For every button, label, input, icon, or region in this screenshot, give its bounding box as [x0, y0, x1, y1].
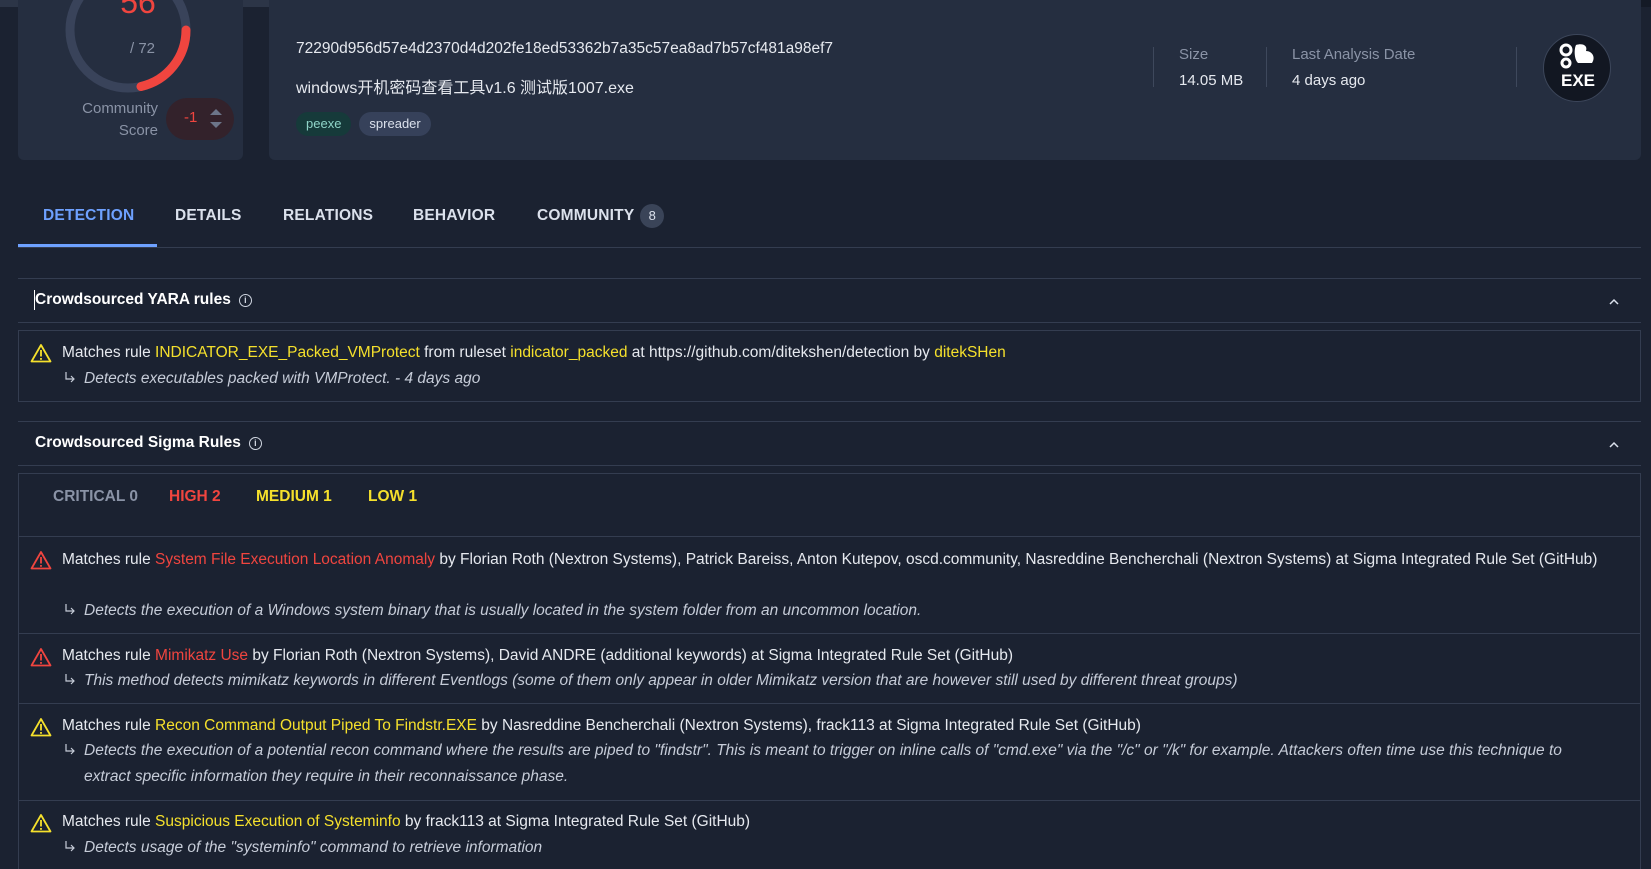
sigma-results: CRITICAL 0 HIGH 2 MEDIUM 1 LOW 1 Matches… [18, 473, 1641, 869]
sigma-rule-text: Matches rule Mimikatz Use by Florian Rot… [62, 643, 1600, 668]
sigma-rule-name-link[interactable]: Recon Command Output Piped To Findstr.EX… [155, 717, 477, 734]
sigma-description-text: Detects the execution of a potential rec… [84, 742, 1562, 785]
filter-critical[interactable]: CRITICAL 0 [53, 488, 138, 506]
sigma-rule-text: Matches rule Recon Command Output Piped … [62, 713, 1600, 738]
file-type-badge: EXE [1543, 34, 1611, 102]
last-analysis-value: 4 days ago [1292, 72, 1366, 89]
yara-rule-row: Matches rule INDICATOR_EXE_Packed_VMProt… [19, 331, 1640, 401]
chevron-up-icon[interactable] [1609, 298, 1619, 305]
sigma-rule-name-link[interactable]: Suspicious Execution of Systeminfo [155, 813, 401, 830]
danger-triangle-icon [30, 551, 52, 570]
community-score-vote[interactable]: -1 [166, 98, 234, 140]
tag-spreader[interactable]: spreader [359, 112, 431, 136]
sigma-rule-description: Detects the execution of a potential rec… [62, 738, 1590, 790]
sigma-section-header[interactable]: Crowdsourced Sigma Rules i [18, 421, 1641, 466]
return-arrow-icon [65, 604, 75, 615]
return-arrow-icon [65, 372, 75, 383]
community-score-label: Community Score [82, 100, 158, 139]
file-name: windows开机密码查看工具v1.6 测试版1007.exe [296, 80, 634, 97]
community-count-badge: 8 [640, 204, 665, 228]
yara-description-text: Detects executables packed with VMProtec… [84, 370, 481, 387]
meta-divider [1516, 47, 1517, 87]
return-arrow-icon [65, 841, 75, 852]
file-type-label: EXE [1560, 71, 1596, 90]
sigma-description-text: Detects usage of the "systeminfo" comman… [84, 839, 543, 856]
size-label: Size [1179, 46, 1209, 63]
severity-filter-row: CRITICAL 0 HIGH 2 MEDIUM 1 LOW 1 [19, 474, 1640, 537]
detection-count: 56 [120, 0, 156, 20]
last-analysis-label: Last Analysis Date [1292, 46, 1416, 63]
engine-total: / 72 [130, 40, 156, 57]
sigma-rule-row: Matches rule Suspicious Execution of Sys… [19, 801, 1640, 869]
rule-text: by Florian Roth (Nextron Systems), Patri… [435, 551, 1598, 568]
info-icon[interactable]: i [248, 437, 262, 450]
yara-rule-name-link[interactable]: INDICATOR_EXE_Packed_VMProtect [155, 344, 420, 361]
sigma-rule-text: Matches rule System File Execution Locat… [62, 547, 1600, 572]
filter-low[interactable]: LOW 1 [368, 488, 417, 506]
yara-section-header[interactable]: Crowdsourced YARA rules i [18, 278, 1641, 323]
tab-community[interactable]: COMMUNITY 8 [537, 192, 665, 248]
yara-ruleset-link[interactable]: indicator_packed [510, 344, 627, 361]
yara-title-text: Crowdsourced YARA rules [35, 291, 231, 308]
sigma-rule-name-link[interactable]: Mimikatz Use [155, 647, 248, 664]
sigma-rule-description: This method detects mimikatz keywords in… [62, 668, 1590, 694]
tab-behavior[interactable]: BEHAVIOR [413, 192, 495, 248]
size-value: 14.05 MB [1179, 72, 1244, 89]
rule-prefix: Matches rule [62, 647, 156, 664]
sigma-title-text: Crowdsourced Sigma Rules [35, 434, 241, 451]
rule-prefix: Matches rule [62, 717, 156, 734]
tab-community-label: COMMUNITY [537, 207, 635, 224]
tag-peexe[interactable]: peexe [296, 112, 352, 136]
rule-prefix: Matches rule [62, 813, 156, 830]
gears-icon [1559, 43, 1594, 69]
warning-triangle-icon [30, 718, 52, 737]
warning-triangle-icon [30, 344, 52, 363]
info-icon[interactable]: i [238, 294, 252, 307]
meta-divider [1153, 47, 1154, 87]
sigma-rule-description: Detects usage of the "systeminfo" comman… [62, 835, 1590, 861]
rule-text: from ruleset [419, 344, 511, 361]
file-tags: peexe spreader [296, 112, 431, 136]
community-score-value: -1 [184, 109, 198, 126]
rule-text: at https://github.com/ditekshen/detectio… [627, 344, 935, 361]
vote-down-icon[interactable] [210, 122, 222, 128]
rule-prefix: Matches rule [62, 551, 156, 568]
rule-text: by Florian Roth (Nextron Systems), David… [248, 647, 1014, 664]
meta-divider [1266, 47, 1267, 87]
sigma-description-text: This method detects mimikatz keywords in… [84, 672, 1238, 689]
vote-up-icon[interactable] [210, 109, 222, 115]
sigma-rule-row: Matches rule System File Execution Locat… [19, 537, 1640, 634]
rule-text: by frack113 at Sigma Integrated Rule Set… [400, 813, 751, 830]
yara-results: Matches rule INDICATOR_EXE_Packed_VMProt… [18, 330, 1641, 402]
tab-details[interactable]: DETAILS [175, 192, 242, 248]
sigma-rule-text: Matches rule Suspicious Execution of Sys… [62, 809, 1600, 834]
tab-relations[interactable]: RELATIONS [283, 192, 373, 248]
warning-triangle-icon [30, 814, 52, 833]
chevron-up-icon[interactable] [1609, 441, 1619, 448]
return-arrow-icon [65, 744, 75, 755]
detection-score-card: 56 / 72 Community Score -1 [18, 0, 243, 160]
analysis-tabs: DETECTION DETAILS RELATIONS BEHAVIOR COM… [18, 192, 1641, 248]
return-arrow-icon [65, 674, 75, 685]
rule-prefix: Matches rule [62, 344, 156, 361]
filter-medium[interactable]: MEDIUM 1 [256, 488, 332, 506]
rule-text: by Nasreddine Bencherchali (Nextron Syst… [476, 717, 1141, 734]
yara-author-link[interactable]: ditekSHen [934, 344, 1006, 361]
tab-detection[interactable]: DETECTION [43, 192, 134, 248]
yara-section-title: Crowdsourced YARA rules i [35, 291, 252, 309]
file-info-card: 72290d956d57e4d2370d4d202fe18ed53362b7a3… [269, 0, 1641, 160]
sigma-section-title: Crowdsourced Sigma Rules i [35, 434, 262, 452]
sigma-rule-row: Matches rule Recon Command Output Piped … [19, 704, 1640, 801]
sigma-rule-name-link[interactable]: System File Execution Location Anomaly [155, 551, 435, 568]
file-hash[interactable]: 72290d956d57e4d2370d4d202fe18ed53362b7a3… [296, 40, 833, 58]
active-tab-indicator [18, 244, 157, 247]
sigma-description-text: Detects the execution of a Windows syste… [84, 602, 922, 619]
danger-triangle-icon [30, 648, 52, 667]
sigma-rule-description: Detects the execution of a Windows syste… [62, 598, 1590, 624]
yara-rule-text: Matches rule INDICATOR_EXE_Packed_VMProt… [62, 340, 1600, 365]
sigma-rule-row: Matches rule Mimikatz Use by Florian Rot… [19, 634, 1640, 704]
yara-rule-description: Detects executables packed with VMProtec… [62, 366, 1590, 392]
filter-high[interactable]: HIGH 2 [169, 488, 221, 506]
